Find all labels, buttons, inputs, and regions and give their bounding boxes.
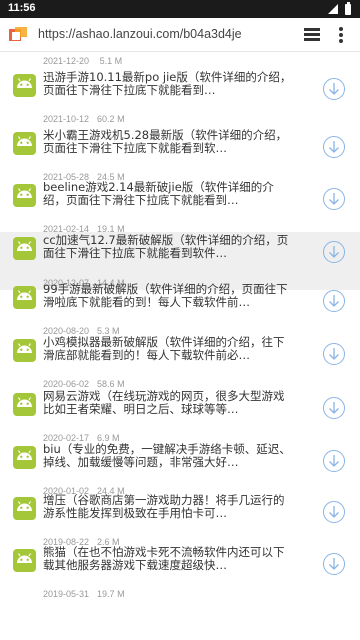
download-button[interactable] bbox=[323, 343, 345, 365]
list-item[interactable]: 网易云游戏（在线玩游戏的网页，很多大型游戏比如王者荣耀、明日之后、球球等等… 2… bbox=[0, 390, 360, 449]
download-button[interactable] bbox=[323, 241, 345, 263]
download-button[interactable] bbox=[323, 188, 345, 210]
item-title[interactable]: 增压（谷歌商店第一游戏助力器！将手几运行的游系性能发挥到极致在手用怕卡可… bbox=[43, 494, 293, 520]
status-bar: 11:56 bbox=[0, 0, 360, 18]
item-title[interactable]: 网易云游戏（在线玩游戏的网页，很多大型游戏比如王者荣耀、明日之后、球球等等… bbox=[43, 390, 293, 416]
android-app-icon bbox=[13, 339, 36, 362]
download-button[interactable] bbox=[323, 136, 345, 158]
tabs-icon[interactable] bbox=[304, 28, 320, 42]
android-app-icon bbox=[13, 237, 36, 260]
item-meta: 2020-08-20 5.3 M bbox=[43, 326, 120, 336]
item-meta: 2020-06-02 58.6 M bbox=[43, 379, 125, 389]
site-favicon-icon bbox=[9, 27, 27, 41]
list-item[interactable]: 增压（谷歌商店第一游戏助力器！将手几运行的游系性能发挥到极致在手用怕卡可… 20… bbox=[0, 494, 360, 553]
download-arrow-icon bbox=[329, 246, 339, 258]
android-app-icon bbox=[13, 393, 36, 416]
item-title[interactable]: 米小霸王游戏机5.28最新版（软件详细的介绍，页面往下滑往下拉底下就能看到软… bbox=[43, 129, 293, 155]
download-button[interactable] bbox=[323, 450, 345, 472]
list-item[interactable]: 99手游最新破解版（软件详细的介绍，页面往下滑啦底下就能看的到！每人下载软件前…… bbox=[0, 283, 360, 342]
item-title[interactable]: cc加速气12.7最新破解版（软件详细的介绍，页面往下滑往下拉底下就能看到软件… bbox=[43, 234, 293, 260]
item-meta: 2021-10-12 60.2 M bbox=[43, 114, 125, 124]
item-title[interactable]: 小鸡模拟器最新破解版（软件详细的介绍，往下滑底部就能看到的！每人下载软件前必… bbox=[43, 336, 293, 362]
browser-toolbar: https://ashao.lanzoui.com/b04a3d4je bbox=[0, 18, 360, 52]
android-app-icon bbox=[13, 497, 36, 520]
download-arrow-icon bbox=[329, 295, 339, 307]
battery-icon bbox=[345, 2, 351, 15]
download-arrow-icon bbox=[329, 558, 339, 570]
download-button[interactable] bbox=[323, 501, 345, 523]
download-button[interactable] bbox=[323, 553, 345, 575]
status-time: 11:56 bbox=[8, 2, 36, 14]
list-item[interactable]: 熊猫（在也不怕游戏卡死不流畅软件内还可以下载其他服务器游戏下载速度超级快… 20… bbox=[0, 546, 360, 605]
download-button[interactable] bbox=[323, 290, 345, 312]
address-bar-url[interactable]: https://ashao.lanzoui.com/b04a3d4je bbox=[38, 27, 242, 41]
download-arrow-icon bbox=[329, 506, 339, 518]
download-button[interactable] bbox=[323, 397, 345, 419]
item-meta: 2020-02-17 6.9 M bbox=[43, 433, 120, 443]
download-arrow-icon bbox=[329, 348, 339, 360]
item-title[interactable]: 99手游最新破解版（软件详细的介绍，页面往下滑啦底下就能看的到！每人下载软件前… bbox=[43, 283, 293, 309]
download-arrow-icon bbox=[329, 455, 339, 467]
signal-icon bbox=[328, 4, 338, 14]
item-title[interactable]: biu（专业的免费，一键解决手游络卡顿、延迟、掉线、加载缓慢等问题，非常强大好… bbox=[43, 443, 293, 469]
file-list: 2021-12-20 5.1 M 迅游手游10.11最新po jie版（软件详细… bbox=[0, 52, 360, 640]
list-item-meta: 2021-12-20 5.1 M bbox=[43, 56, 123, 66]
item-title[interactable]: 迅游手游10.11最新po jie版（软件详细的介绍，页面往下滑往下拉底下就能看… bbox=[43, 71, 293, 97]
item-title[interactable]: beeline游戏2.14最新破jie版（软件详细的介绍，页面往下滑往下拉底下就… bbox=[43, 181, 293, 207]
list-item[interactable]: cc加速气12.7最新破解版（软件详细的介绍，页面往下滑往下拉底下就能看到软件…… bbox=[0, 232, 360, 290]
download-arrow-icon bbox=[329, 402, 339, 414]
overflow-menu-icon[interactable] bbox=[336, 26, 346, 44]
android-app-icon bbox=[13, 549, 36, 572]
download-arrow-icon bbox=[329, 193, 339, 205]
download-arrow-icon bbox=[329, 141, 339, 153]
android-app-icon bbox=[13, 184, 36, 207]
android-app-icon bbox=[13, 446, 36, 469]
list-item[interactable]: 迅游手游10.11最新po jie版（软件详细的介绍，页面往下滑往下拉底下就能看… bbox=[0, 71, 360, 130]
list-item[interactable]: 小鸡模拟器最新破解版（软件详细的介绍，往下滑底部就能看到的！每人下载软件前必… … bbox=[0, 336, 360, 395]
download-arrow-icon bbox=[329, 83, 339, 95]
item-title[interactable]: 熊猫（在也不怕游戏卡死不流畅软件内还可以下载其他服务器游戏下载速度超级快… bbox=[43, 546, 293, 572]
item-meta: 2019-05-31 19.7 M bbox=[43, 589, 125, 599]
list-item[interactable]: 米小霸王游戏机5.28最新版（软件详细的介绍，页面往下滑往下拉底下就能看到软… … bbox=[0, 129, 360, 188]
android-app-icon bbox=[13, 74, 36, 97]
android-app-icon bbox=[13, 132, 36, 155]
android-app-icon bbox=[13, 286, 36, 309]
download-button[interactable] bbox=[323, 78, 345, 100]
